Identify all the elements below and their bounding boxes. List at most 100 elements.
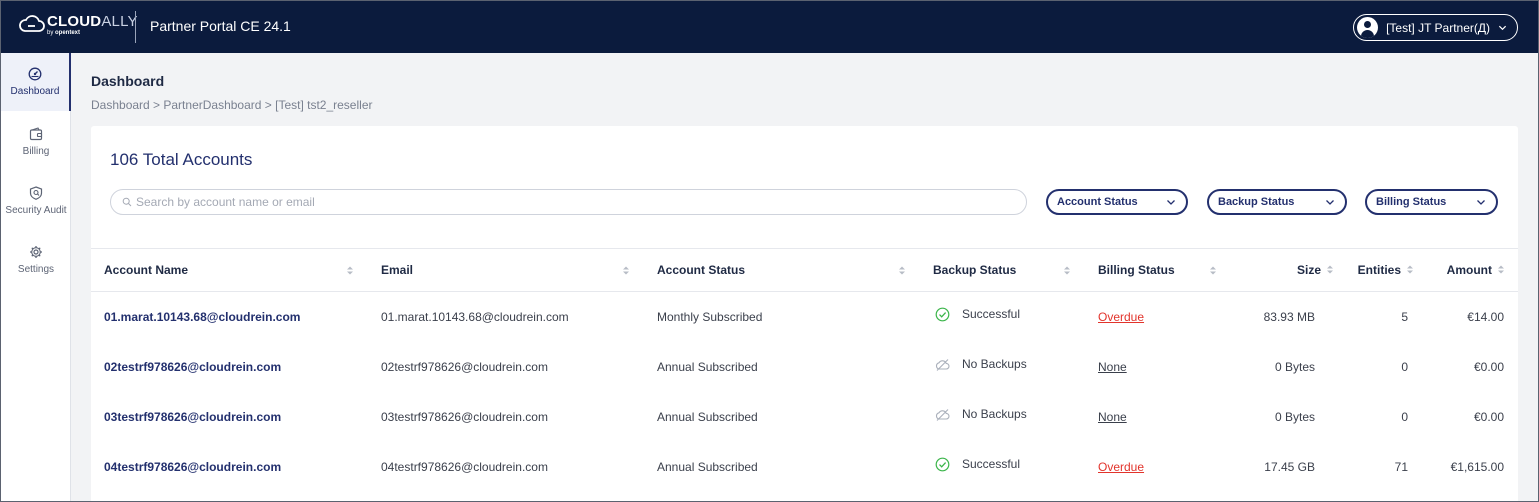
gear-icon: [30, 246, 42, 258]
sort-icon[interactable]: [1063, 265, 1071, 276]
account-status-filter-label: Account Status: [1057, 196, 1138, 208]
user-menu-button[interactable]: [Test] JT Partner(Д): [1353, 14, 1518, 41]
sidebar-item-label: Settings: [17, 264, 55, 275]
sidebar: Dashboard Billing Security Audit Setting…: [1, 53, 71, 501]
backup-status-cell: Successful: [962, 457, 1021, 471]
user-name: [Test] JT Partner(Д): [1386, 20, 1490, 35]
backup-status-cell: No Backups: [962, 357, 1027, 371]
search-input[interactable]: [136, 195, 996, 209]
user-avatar-icon: [1357, 17, 1379, 38]
logo-brand: opentext: [55, 30, 81, 36]
account-status-cell: Annual Subscribed: [657, 360, 758, 374]
col-account-status[interactable]: Account Status: [657, 249, 745, 291]
col-billing-status[interactable]: Billing Status: [1098, 249, 1175, 291]
size-cell: 0 Bytes: [1274, 410, 1315, 424]
col-amount-wrap[interactable]: Amount: [1421, 249, 1505, 291]
col-size: Size: [1296, 263, 1321, 277]
app-window: CLOUDALLY by opentext Partner Portal CE …: [0, 0, 1539, 502]
cloudally-logo[interactable]: CLOUDALLY by opentext: [19, 13, 138, 41]
billing-status-link[interactable]: None: [1098, 410, 1127, 424]
billing-status-link[interactable]: Overdue: [1098, 310, 1144, 324]
page-title: Dashboard: [91, 73, 165, 89]
entities-cell: 71: [1394, 460, 1408, 474]
cloud-logo-icon: [19, 15, 45, 32]
sort-icon[interactable]: [346, 265, 354, 276]
table-row[interactable]: 03testrf978626@cloudrein.com 03testrf978…: [91, 392, 1518, 442]
entities-cell: 0: [1401, 360, 1408, 374]
size-cell: 17.45 GB: [1264, 460, 1315, 474]
size-cell: 0 Bytes: [1274, 360, 1315, 374]
sidebar-item-label: Security Audit: [5, 205, 67, 216]
amount-cell: €0.00: [1473, 410, 1504, 424]
billing-status-link[interactable]: Overdue: [1098, 460, 1144, 474]
sidebar-item-security-audit[interactable]: Security Audit: [1, 172, 71, 230]
cloud-off-icon: [935, 359, 950, 371]
header-divider: [135, 11, 136, 43]
amount-cell: €0.00: [1473, 360, 1504, 374]
check-circle-icon: [935, 457, 950, 472]
chevron-down-icon: [1326, 200, 1334, 205]
billing-status-filter-label: Billing Status: [1376, 196, 1447, 208]
account-name-link[interactable]: 03testrf978626@cloudrein.com: [104, 410, 281, 424]
billing-status-filter[interactable]: Billing Status: [1365, 189, 1498, 215]
breadcrumb[interactable]: Dashboard > PartnerDashboard > [Test] ts…: [91, 98, 372, 112]
logo-word-light: ALLY: [101, 13, 138, 30]
app-title: Partner Portal CE 24.1: [150, 18, 291, 34]
billing-status-link[interactable]: None: [1098, 360, 1127, 374]
dashboard-gauge-icon: [28, 67, 42, 81]
col-email[interactable]: Email: [381, 249, 413, 291]
sidebar-item-label: Billing: [22, 146, 50, 157]
backup-status-cell: Successful: [962, 307, 1021, 321]
logo-word-bold: CLOUD: [47, 13, 102, 30]
col-backup-status[interactable]: Backup Status: [933, 249, 1016, 291]
sidebar-item-settings[interactable]: Settings: [1, 231, 71, 289]
col-amount: Amount: [1446, 263, 1492, 277]
search-box[interactable]: [110, 189, 1027, 215]
table-row[interactable]: 01.marat.10143.68@cloudrein.com 01.marat…: [91, 292, 1518, 342]
table-row[interactable]: 04testrf978626@cloudrein.com 04testrf978…: [91, 442, 1518, 492]
accounts-card: 106 Total Accounts Account Status Backup…: [91, 126, 1518, 501]
shield-icon: [29, 186, 43, 200]
entities-cell: 0: [1401, 410, 1408, 424]
sort-icon[interactable]: [1209, 265, 1217, 276]
account-status-filter[interactable]: Account Status: [1046, 189, 1188, 215]
sort-icon[interactable]: [622, 265, 630, 276]
chevron-down-icon: [1498, 25, 1507, 31]
backup-status-filter-label: Backup Status: [1218, 196, 1295, 208]
table-header: Account Name Email Account Status Backup…: [91, 248, 1518, 292]
account-status-cell: Annual Subscribed: [657, 460, 758, 474]
sidebar-item-dashboard[interactable]: Dashboard: [1, 53, 71, 111]
entities-cell: 5: [1401, 310, 1408, 324]
chevron-down-icon: [1167, 200, 1175, 205]
email-cell: 01.marat.10143.68@cloudrein.com: [381, 310, 569, 324]
table-row[interactable]: 02testrf978626@cloudrein.com 02testrf978…: [91, 342, 1518, 392]
account-status-cell: Monthly Subscribed: [657, 310, 763, 324]
col-entities-wrap[interactable]: Entities: [1341, 249, 1414, 291]
sort-icon: [1327, 265, 1333, 274]
cloud-off-icon: [935, 409, 950, 421]
col-size-wrap[interactable]: Size: [1281, 249, 1334, 291]
sort-icon: [1407, 265, 1413, 274]
logo-by: by: [47, 30, 54, 36]
sort-icon[interactable]: [898, 265, 906, 276]
email-cell: 03testrf978626@cloudrein.com: [381, 410, 548, 424]
amount-cell: €1,615.00: [1450, 460, 1504, 474]
account-name-link[interactable]: 01.marat.10143.68@cloudrein.com: [104, 310, 300, 324]
email-cell: 04testrf978626@cloudrein.com: [381, 460, 548, 474]
sidebar-item-billing[interactable]: Billing: [1, 113, 71, 171]
email-cell: 02testrf978626@cloudrein.com: [381, 360, 548, 374]
top-bar: CLOUDALLY by opentext Partner Portal CE …: [1, 1, 1538, 53]
wallet-icon: [29, 127, 43, 141]
size-cell: 83.93 MB: [1263, 310, 1315, 324]
col-account-name[interactable]: Account Name: [104, 249, 188, 291]
backup-status-cell: No Backups: [962, 407, 1027, 421]
total-accounts: 106 Total Accounts: [110, 150, 253, 169]
amount-cell: €14.00: [1467, 310, 1504, 324]
sidebar-item-label: Dashboard: [10, 86, 60, 97]
search-icon: [122, 197, 132, 207]
account-name-link[interactable]: 02testrf978626@cloudrein.com: [104, 360, 281, 374]
account-name-link[interactable]: 04testrf978626@cloudrein.com: [104, 460, 281, 474]
backup-status-filter[interactable]: Backup Status: [1207, 189, 1347, 215]
account-status-cell: Annual Subscribed: [657, 410, 758, 424]
col-entities: Entities: [1357, 263, 1401, 277]
